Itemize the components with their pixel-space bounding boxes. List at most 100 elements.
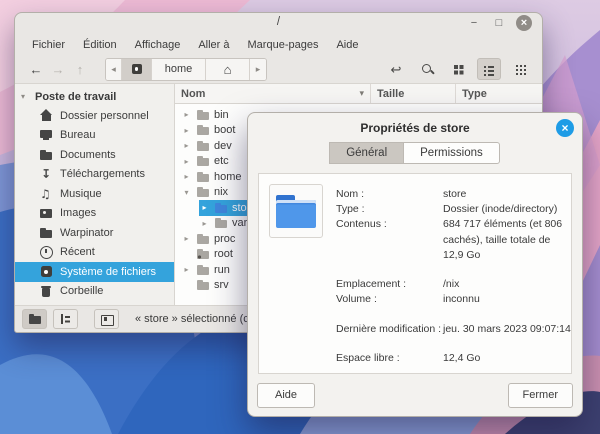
maximize-button[interactable]: □	[491, 15, 507, 31]
forward-button[interactable]: →	[47, 62, 69, 77]
expander-icon[interactable]: ▾	[181, 188, 192, 197]
pathbar-scroll-right[interactable]: ▸	[250, 59, 266, 80]
dialog-tab[interactable]: Permissions	[403, 142, 500, 164]
sidebar-section-header[interactable]: ▾ Poste de travail	[15, 87, 174, 106]
property-value: inconnu	[443, 292, 571, 307]
sidebar-item-icon	[39, 265, 53, 279]
folder-icon	[196, 170, 210, 184]
toggle-sidebar-button[interactable]	[94, 309, 119, 329]
sidebar-item[interactable]: Musique	[15, 184, 174, 204]
property-value: Dossier (inode/directory)	[443, 202, 571, 217]
expander-icon[interactable]: ▸	[181, 110, 192, 119]
expander-icon[interactable]: ▸	[181, 126, 192, 135]
search-button[interactable]	[415, 58, 439, 80]
back-button[interactable]: ←	[25, 62, 47, 77]
menu-item[interactable]: Marque-pages	[239, 37, 328, 53]
property-label: Nom :	[336, 187, 443, 202]
icon-view-button[interactable]	[446, 58, 470, 80]
pathbar-scroll-left[interactable]: ◂	[106, 59, 122, 80]
pathbar-root-crumb[interactable]	[122, 59, 152, 80]
property-label: Volume :	[336, 292, 443, 307]
compact-view-button[interactable]	[508, 58, 532, 80]
show-treeview-button[interactable]	[53, 309, 78, 329]
sidebar-item[interactable]: Récent	[15, 243, 174, 263]
property-field: Volume : inconnu	[336, 292, 571, 307]
pathbar-home-icon-crumb[interactable]: ⌂	[206, 59, 250, 80]
menu-item[interactable]: Fichier	[23, 37, 74, 53]
show-places-button[interactable]	[22, 309, 47, 329]
folder-icon	[196, 232, 210, 246]
sidebar-item[interactable]: Bureau	[15, 126, 174, 146]
expander-icon[interactable]: ▸	[181, 141, 192, 150]
column-label: Type	[462, 88, 487, 100]
column-header-nom[interactable]: Nom ▾	[175, 84, 370, 103]
sidebar-item-icon	[39, 284, 53, 298]
minimize-button[interactable]: −	[466, 15, 482, 31]
tree-item-label: var	[232, 217, 247, 229]
help-button[interactable]: Aide	[257, 383, 315, 408]
list-view-icon	[482, 62, 496, 76]
sidebar-section-label: Poste de travail	[35, 91, 116, 103]
pathbar-home-crumb[interactable]: home	[152, 59, 206, 80]
sidebar-item-icon	[39, 187, 53, 201]
property-label: Emplacement :	[336, 277, 443, 292]
menu-item[interactable]: Édition	[74, 37, 126, 53]
tree-item-label: boot	[214, 124, 235, 136]
big-folder-icon	[276, 195, 316, 228]
sidebar-item[interactable]: Corbeille	[15, 282, 174, 302]
list-view-button[interactable]	[477, 58, 501, 80]
sidebar-item-label: Téléchargements	[60, 168, 145, 180]
close-dialog-button[interactable]: Fermer	[508, 383, 573, 408]
dialog-tab[interactable]: Général	[329, 142, 404, 164]
sidebar-item[interactable]: Téléchargements	[15, 165, 174, 185]
tree-item-label: dev	[214, 140, 232, 152]
sidebar-item[interactable]: Images	[15, 204, 174, 224]
close-button[interactable]: ×	[516, 15, 532, 31]
up-button[interactable]: ↑	[69, 62, 91, 77]
dialog-close-button[interactable]: ×	[556, 119, 574, 137]
toolbar: ← → ↑ ◂ home ⌂ ▸ ↩	[15, 55, 542, 84]
folder-icon-box	[269, 184, 323, 238]
sidebar-item-label: Images	[60, 207, 96, 219]
column-header-taille[interactable]: Taille	[370, 84, 455, 103]
sidebar-item[interactable]: Documents	[15, 145, 174, 165]
sidebar-item-icon	[39, 226, 53, 240]
menu-item[interactable]: Aller à	[189, 37, 238, 53]
property-value: 684 717 éléments (et 806 cachés), taille…	[443, 217, 571, 263]
column-label: Nom	[181, 88, 205, 100]
sidebar: ▾ Poste de travail Dossier personnel Bur…	[15, 84, 175, 305]
menu-item[interactable]: Aide	[327, 37, 367, 53]
sidebar-toggle-icon	[100, 312, 114, 326]
section-expander-icon[interactable]: ▾	[21, 92, 31, 101]
tree-item-label: home	[214, 171, 242, 183]
expander-icon[interactable]: ▸	[181, 265, 192, 274]
titlebar[interactable]: / − □ ×	[15, 13, 542, 34]
property-value: store	[443, 187, 571, 202]
sidebar-item-label: Warpinator	[60, 227, 113, 239]
window-controls: − □ ×	[466, 15, 532, 31]
property-field: Dernière modification : jeu. 30 mars 202…	[336, 322, 571, 337]
expander-icon[interactable]: ▸	[181, 172, 192, 181]
column-header-type[interactable]: Type	[455, 84, 542, 103]
sidebar-item[interactable]: Système de fichiers	[15, 262, 174, 282]
tree-item-label: proc	[214, 233, 235, 245]
column-headers: Nom ▾ Taille Type	[175, 84, 542, 104]
expander-icon[interactable]: ▸	[199, 203, 210, 212]
sidebar-item-icon	[39, 109, 53, 123]
expander-icon[interactable]: ▸	[181, 234, 192, 243]
sidebar-item[interactable]: Warpinator	[15, 223, 174, 243]
sidebar-item-label: Système de fichiers	[60, 266, 156, 278]
sidebar-item-label: Documents	[60, 149, 116, 161]
sidebar-item[interactable]: Dossier personnel	[15, 106, 174, 126]
property-label: Contenus :	[336, 217, 443, 263]
property-value: /nix	[443, 277, 571, 292]
expander-icon[interactable]: ▸	[199, 219, 210, 228]
menu-item[interactable]: Affichage	[126, 37, 190, 53]
dialog-header[interactable]: Propriétés de store ×	[248, 113, 582, 142]
folder-icon	[196, 185, 210, 199]
toggle-location-button[interactable]: ↩	[384, 58, 408, 80]
properties-dialog: Propriétés de store × Général Permission…	[247, 112, 583, 417]
property-label: Type :	[336, 202, 443, 217]
expander-icon[interactable]: ▸	[181, 157, 192, 166]
window-title: /	[15, 16, 542, 28]
